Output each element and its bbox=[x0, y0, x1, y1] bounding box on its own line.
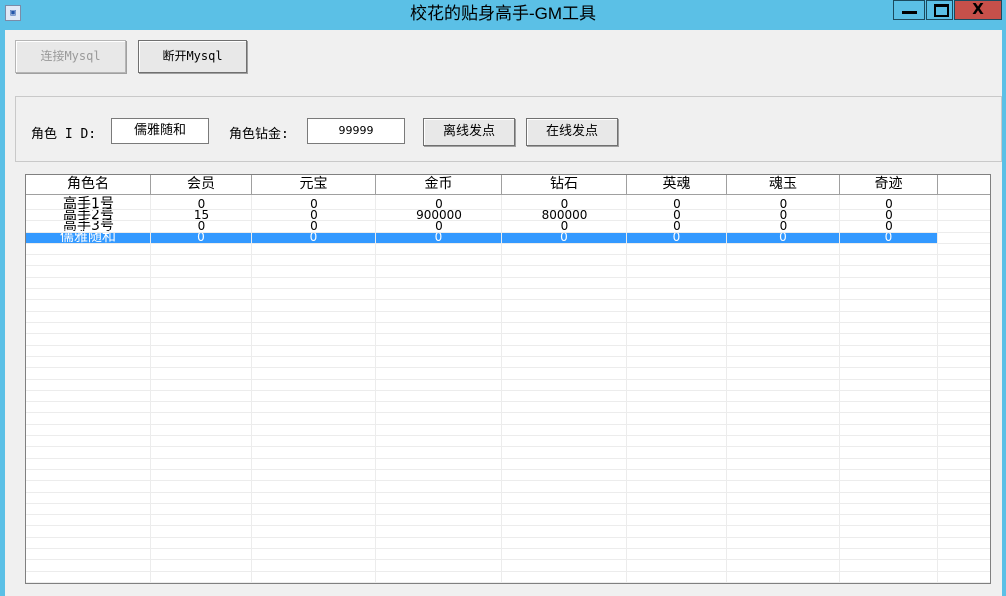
grid-line bbox=[26, 390, 990, 391]
table-cell: 儒雅随和 bbox=[26, 230, 151, 244]
grid-line bbox=[26, 582, 990, 583]
column-header[interactable]: 奇迹 bbox=[840, 175, 938, 194]
grid-line bbox=[26, 243, 990, 244]
grid-line bbox=[26, 311, 990, 312]
table-cell: 0 bbox=[376, 231, 502, 243]
grid-line bbox=[26, 322, 990, 323]
grid-line bbox=[26, 367, 990, 368]
close-button[interactable]: X bbox=[954, 0, 1002, 20]
grid-line bbox=[26, 469, 990, 470]
grid-line bbox=[26, 220, 990, 221]
diamond-input[interactable]: 99999 bbox=[307, 118, 405, 144]
role-id-label: 角色 I D: bbox=[31, 127, 97, 142]
column-header[interactable]: 金币 bbox=[376, 175, 502, 194]
grid-line bbox=[26, 299, 990, 300]
grid-line bbox=[26, 265, 990, 266]
grid-line bbox=[26, 288, 990, 289]
table-cell: 0 bbox=[252, 231, 376, 243]
grid-line bbox=[26, 480, 990, 481]
role-id-input[interactable]: 儒雅随和 bbox=[111, 118, 209, 144]
online-send-button[interactable]: 在线发点 bbox=[526, 118, 618, 146]
window-frame-left bbox=[0, 30, 5, 596]
column-header[interactable]: 会员 bbox=[151, 175, 252, 194]
grid-line bbox=[26, 514, 990, 515]
grid-line bbox=[26, 277, 990, 278]
table-cell: 0 bbox=[502, 231, 627, 243]
grid-line bbox=[26, 559, 990, 560]
grid-line bbox=[26, 492, 990, 493]
column-header[interactable]: 钻石 bbox=[502, 175, 627, 194]
table-cell: 0 bbox=[727, 231, 840, 243]
grid-line bbox=[26, 232, 990, 233]
grid-line bbox=[26, 333, 990, 334]
title-bar: ▣ 校花的贴身高手-GM工具 X bbox=[0, 0, 1006, 30]
role-table[interactable]: 角色名 会员 元宝 金币 钻石 英魂 魂玉 奇迹 高手1号 0 0 0 0 0 0 0 高手2号 15 0 9000… bbox=[25, 174, 991, 584]
grid-line bbox=[26, 571, 990, 572]
maximize-icon[interactable] bbox=[926, 0, 953, 20]
disconnect-mysql-button[interactable]: 断开Mysql bbox=[138, 40, 247, 73]
table-cell: 0 bbox=[151, 231, 252, 243]
grid-line bbox=[26, 412, 990, 413]
grid-line bbox=[26, 537, 990, 538]
column-header[interactable]: 英魂 bbox=[627, 175, 727, 194]
grid-line bbox=[26, 379, 990, 380]
grid-line bbox=[26, 435, 990, 436]
grid-line bbox=[26, 401, 990, 402]
column-header[interactable]: 魂玉 bbox=[727, 175, 840, 194]
connect-mysql-button[interactable]: 连接Mysql bbox=[15, 40, 126, 73]
grid-line bbox=[26, 254, 990, 255]
grid-line bbox=[26, 458, 990, 459]
table-cell: 0 bbox=[840, 231, 938, 243]
grid-line bbox=[26, 356, 990, 357]
table-row[interactable]: 儒雅随和 0 0 0 0 0 0 0 bbox=[26, 230, 938, 244]
window-frame-right bbox=[1002, 30, 1006, 596]
table-header: 角色名 会员 元宝 金币 钻石 英魂 魂玉 奇迹 bbox=[26, 175, 990, 195]
grid-line bbox=[26, 446, 990, 447]
table-row[interactable]: 高手3号 0 0 0 0 0 0 0 bbox=[26, 219, 990, 233]
window-title: 校花的贴身高手-GM工具 bbox=[409, 4, 597, 23]
grid-line bbox=[26, 525, 990, 526]
grid-line bbox=[26, 209, 990, 210]
column-header[interactable]: 角色名 bbox=[26, 175, 151, 194]
table-cell: 0 bbox=[627, 231, 727, 243]
grid-line bbox=[26, 345, 990, 346]
minimize-icon[interactable] bbox=[893, 0, 925, 20]
grid-line bbox=[26, 503, 990, 504]
column-header[interactable]: 元宝 bbox=[252, 175, 376, 194]
grid-line bbox=[26, 548, 990, 549]
offline-send-button[interactable]: 离线发点 bbox=[423, 118, 515, 146]
grid-line bbox=[26, 424, 990, 425]
diamond-label: 角色钻金: bbox=[229, 127, 289, 142]
